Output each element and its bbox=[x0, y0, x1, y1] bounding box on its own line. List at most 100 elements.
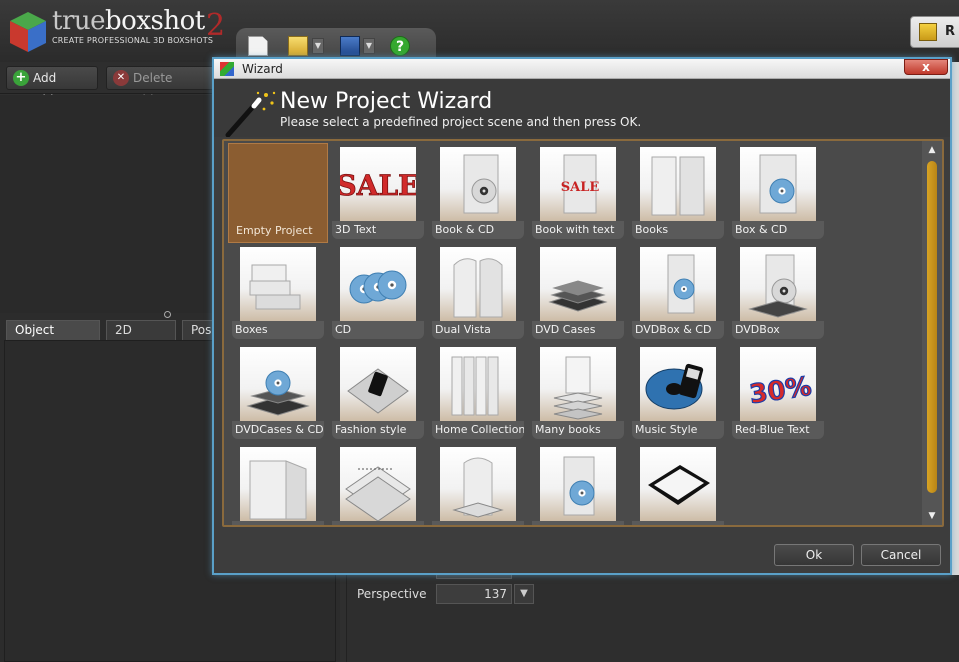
render-icon bbox=[919, 23, 937, 41]
app-logo-cube-icon bbox=[10, 12, 46, 52]
viewport-edge bbox=[952, 62, 959, 662]
save-disk-icon[interactable] bbox=[340, 36, 360, 56]
scene-thumbnail bbox=[740, 247, 816, 323]
cancel-button[interactable]: Cancel bbox=[861, 544, 941, 566]
scene-thumbnail bbox=[440, 347, 516, 423]
scene-thumbnail-art: 30% bbox=[747, 371, 814, 411]
scene-tile[interactable]: DVDBox & CD bbox=[628, 243, 728, 343]
tab-2d-cover[interactable]: 2D Cover bbox=[106, 320, 176, 355]
wizard-titlebar: Wizard x bbox=[214, 59, 950, 79]
scene-label: Box & CD bbox=[732, 221, 824, 239]
help-icon[interactable]: ? bbox=[390, 36, 410, 56]
wizard-dialog: Wizard x New Project Wizard Please selec… bbox=[212, 57, 952, 575]
scene-label: 3D Text bbox=[332, 221, 424, 239]
scene-tile[interactable]: SALE 3D Text bbox=[328, 143, 428, 243]
scene-tile[interactable] bbox=[328, 443, 428, 525]
scene-label: Empty Project bbox=[236, 224, 313, 237]
scene-thumbnail bbox=[440, 447, 516, 523]
scene-tile[interactable]: Books bbox=[628, 143, 728, 243]
scene-label bbox=[332, 521, 424, 525]
scene-thumbnail-art bbox=[548, 280, 608, 312]
scene-tile[interactable]: Dual Vista bbox=[428, 243, 528, 343]
close-button[interactable]: x bbox=[904, 59, 948, 75]
scene-tile[interactable]: DVDCases & CD bbox=[228, 343, 328, 443]
scene-tile[interactable]: Boxes bbox=[228, 243, 328, 343]
perspective-dropdown-chevron-icon[interactable]: ▼ bbox=[514, 584, 534, 604]
scroll-down-arrow-icon[interactable]: ▼ bbox=[922, 509, 942, 523]
save-dropdown-chevron-icon[interactable]: ▼ bbox=[363, 38, 375, 54]
ok-button[interactable]: Ok bbox=[774, 544, 854, 566]
scene-tile[interactable]: Music Style bbox=[628, 343, 728, 443]
scene-thumbnail-art bbox=[349, 270, 407, 304]
scene-tile[interactable]: Home Collection bbox=[428, 343, 528, 443]
scene-thumbnail-art bbox=[453, 258, 503, 318]
scene-thumbnail: SALE bbox=[540, 147, 616, 223]
perspective-input[interactable]: 137 bbox=[436, 584, 512, 604]
scene-tile[interactable]: DVD Cases bbox=[528, 243, 628, 343]
scene-thumbnail: SALE bbox=[340, 147, 416, 223]
open-folder-icon[interactable] bbox=[288, 36, 308, 56]
scene-thumbnail-art bbox=[451, 356, 499, 416]
scene-tile[interactable] bbox=[228, 443, 328, 525]
delete-icon: ✕ bbox=[113, 70, 129, 86]
new-document-icon[interactable] bbox=[248, 36, 268, 56]
scene-thumbnail-art bbox=[748, 254, 808, 318]
scene-label bbox=[532, 521, 624, 525]
scene-tile[interactable]: Empty Project bbox=[228, 143, 328, 243]
scene-label: Books bbox=[632, 221, 724, 239]
magic-wand-icon bbox=[225, 91, 276, 137]
scene-label: DVDBox & CD bbox=[632, 321, 724, 339]
scene-tile[interactable] bbox=[628, 443, 728, 525]
scene-thumbnail bbox=[740, 147, 816, 223]
tab-object-settings[interactable]: Object Settings bbox=[6, 320, 100, 355]
scene-thumbnail bbox=[240, 447, 316, 523]
add-object-button[interactable]: + Add Object bbox=[6, 66, 98, 107]
scene-thumbnail bbox=[540, 447, 616, 523]
scene-label: Music Style bbox=[632, 421, 724, 439]
scene-thumbnail bbox=[640, 447, 716, 523]
wizard-app-icon bbox=[220, 62, 234, 76]
panel-splitter-handle[interactable] bbox=[164, 311, 171, 318]
scene-thumbnail-art: SALE bbox=[561, 154, 599, 214]
scroll-up-arrow-icon[interactable]: ▲ bbox=[922, 143, 942, 157]
perspective-label: Perspective bbox=[357, 587, 427, 601]
delete-object-button[interactable]: ✕ Delete Object bbox=[106, 66, 218, 107]
scene-label: Red-Blue Text bbox=[732, 421, 824, 439]
scene-thumbnail-art bbox=[249, 264, 301, 310]
scene-thumbnail bbox=[640, 347, 716, 423]
scene-thumbnail-art bbox=[645, 363, 704, 410]
scene-tile[interactable]: Book & CD bbox=[428, 143, 528, 243]
scene-label: Dual Vista bbox=[432, 321, 524, 339]
scene-thumbnail bbox=[440, 247, 516, 323]
scene-grid-scrollbar[interactable]: ▲ ▼ bbox=[922, 141, 942, 525]
scene-label bbox=[432, 521, 524, 525]
scene-thumbnail bbox=[640, 247, 716, 323]
scene-tile[interactable]: Many books bbox=[528, 343, 628, 443]
open-dropdown-chevron-icon[interactable]: ▼ bbox=[312, 38, 324, 54]
add-icon: + bbox=[13, 70, 29, 86]
scene-thumbnail-art bbox=[246, 370, 310, 416]
scene-tile[interactable]: Box & CD bbox=[728, 143, 828, 243]
scene-thumbnail bbox=[640, 147, 716, 223]
scene-tile[interactable] bbox=[528, 443, 628, 525]
scene-tile[interactable]: 30% Red-Blue Text bbox=[728, 343, 828, 443]
scene-tile[interactable] bbox=[428, 443, 528, 525]
scene-label: Many books bbox=[532, 421, 624, 439]
render-button[interactable]: R bbox=[910, 16, 959, 48]
scene-thumbnail bbox=[440, 147, 516, 223]
scene-label: Home Collection bbox=[432, 421, 524, 439]
scroll-thumb[interactable] bbox=[927, 161, 937, 493]
scene-thumbnail-art bbox=[463, 154, 499, 214]
scene-tile[interactable]: SALE Book with text bbox=[528, 143, 628, 243]
scene-tile[interactable]: CD bbox=[328, 243, 428, 343]
scene-thumbnail-art bbox=[553, 356, 603, 420]
scene-thumbnail bbox=[340, 447, 416, 523]
scene-grid: Empty Project SALE 3D Text Book & CD SALE Boo… bbox=[222, 139, 944, 527]
scene-thumbnail-art: SALE bbox=[340, 169, 416, 203]
scene-tile[interactable]: Fashion style bbox=[328, 343, 428, 443]
scene-thumbnail-art bbox=[345, 466, 411, 522]
app-logo-wordmark: trueboxshot bbox=[52, 6, 205, 36]
scene-tile[interactable]: DVDBox bbox=[728, 243, 828, 343]
wizard-window-title: Wizard bbox=[242, 62, 283, 76]
scene-thumbnail-art bbox=[452, 457, 504, 518]
